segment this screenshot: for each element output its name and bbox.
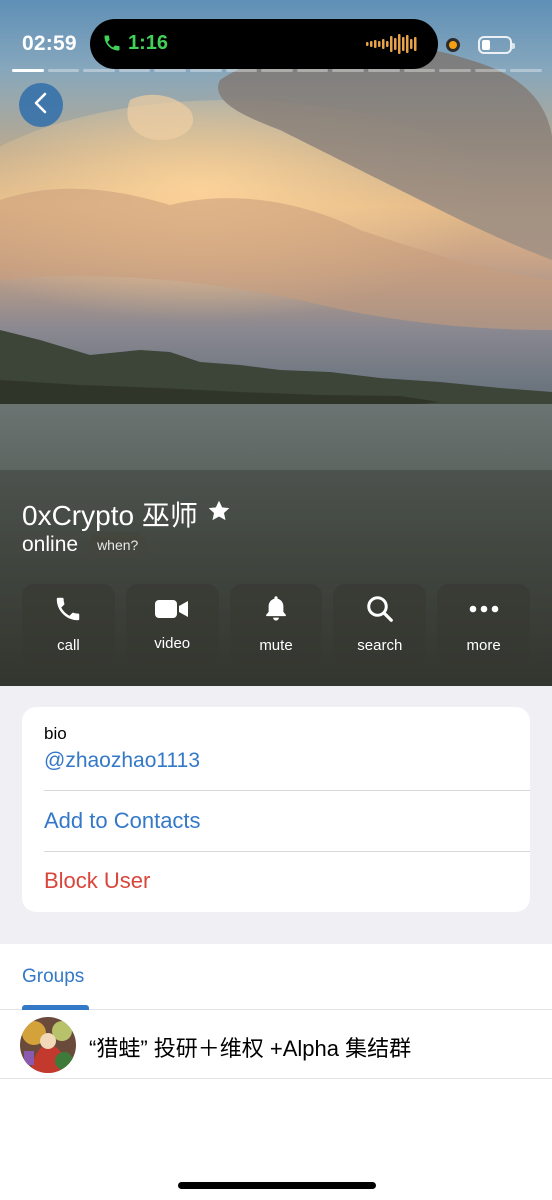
phone-icon bbox=[53, 594, 83, 629]
star-icon[interactable] bbox=[206, 498, 232, 531]
video-button[interactable]: video bbox=[125, 584, 219, 664]
story-segment bbox=[83, 69, 115, 72]
bio-username-link[interactable]: @zhaozhao1113 bbox=[44, 749, 200, 773]
divider bbox=[44, 851, 530, 852]
profile-actions: call video mute search more bbox=[22, 584, 530, 664]
when-button[interactable]: when? bbox=[88, 532, 148, 558]
block-user-button[interactable]: Block User bbox=[44, 868, 150, 894]
mute-label: mute bbox=[259, 637, 293, 654]
add-to-contacts-button[interactable]: Add to Contacts bbox=[44, 808, 201, 834]
mute-button[interactable]: mute bbox=[229, 584, 323, 664]
story-segment bbox=[189, 69, 222, 72]
story-segment bbox=[510, 69, 542, 72]
story-segment bbox=[118, 69, 151, 72]
video-label: video bbox=[154, 635, 191, 652]
profile-status-row: online when? bbox=[22, 532, 148, 558]
search-icon bbox=[365, 594, 395, 629]
profile-name-row: 0xCrypto 巫师 bbox=[22, 494, 232, 534]
story-segment bbox=[296, 69, 329, 72]
back-button[interactable] bbox=[19, 83, 63, 127]
list-item-group[interactable]: “猎蛙” 投研＋维权 +Alpha 集结群 bbox=[0, 1011, 552, 1079]
story-segment bbox=[154, 69, 186, 72]
video-camera-icon bbox=[154, 596, 190, 627]
divider bbox=[44, 790, 530, 791]
tab-groups[interactable]: Groups bbox=[22, 966, 84, 988]
call-button[interactable]: call bbox=[22, 584, 115, 664]
story-segment bbox=[261, 69, 293, 72]
info-card: bio @zhaozhao1113 Add to Contacts Block … bbox=[22, 707, 530, 912]
search-label: search bbox=[357, 637, 403, 654]
profile-tabs: Groups bbox=[0, 944, 552, 1010]
story-segment bbox=[403, 69, 436, 72]
story-segment bbox=[47, 69, 80, 72]
tab-active-indicator bbox=[22, 1005, 89, 1010]
profile-header: 02:59 1:16 0xCrypto 巫师 online when? call… bbox=[0, 0, 552, 686]
story-progress-bars bbox=[12, 69, 542, 73]
story-segment bbox=[439, 69, 471, 72]
story-segment bbox=[225, 69, 258, 72]
search-button[interactable]: search bbox=[333, 584, 427, 664]
call-duration: 1:16 bbox=[128, 32, 169, 54]
bell-icon bbox=[262, 594, 290, 629]
story-segment bbox=[332, 69, 364, 72]
bio-label: bio bbox=[44, 724, 67, 743]
chevron-left-icon bbox=[33, 92, 49, 119]
phone-icon bbox=[102, 32, 122, 59]
privacy-dot-icon bbox=[446, 38, 460, 52]
call-label: call bbox=[57, 637, 80, 654]
group-name: “猎蛙” 投研＋维权 +Alpha 集结群 bbox=[89, 1036, 412, 1061]
online-status: online bbox=[22, 533, 79, 556]
group-avatar bbox=[20, 1017, 76, 1073]
profile-name: 0xCrypto 巫师 bbox=[22, 500, 198, 531]
story-segment bbox=[474, 69, 507, 72]
home-indicator[interactable] bbox=[178, 1182, 376, 1189]
more-label: more bbox=[466, 637, 501, 654]
dynamic-island-call[interactable]: 1:16 bbox=[90, 19, 438, 69]
more-button[interactable]: more bbox=[437, 584, 530, 664]
battery-icon bbox=[478, 36, 515, 54]
status-bar-time: 02:59 bbox=[22, 32, 77, 55]
more-dots-icon bbox=[468, 594, 500, 629]
story-segment bbox=[12, 69, 44, 72]
story-segment bbox=[367, 69, 400, 72]
audio-wave-icon bbox=[366, 32, 420, 61]
